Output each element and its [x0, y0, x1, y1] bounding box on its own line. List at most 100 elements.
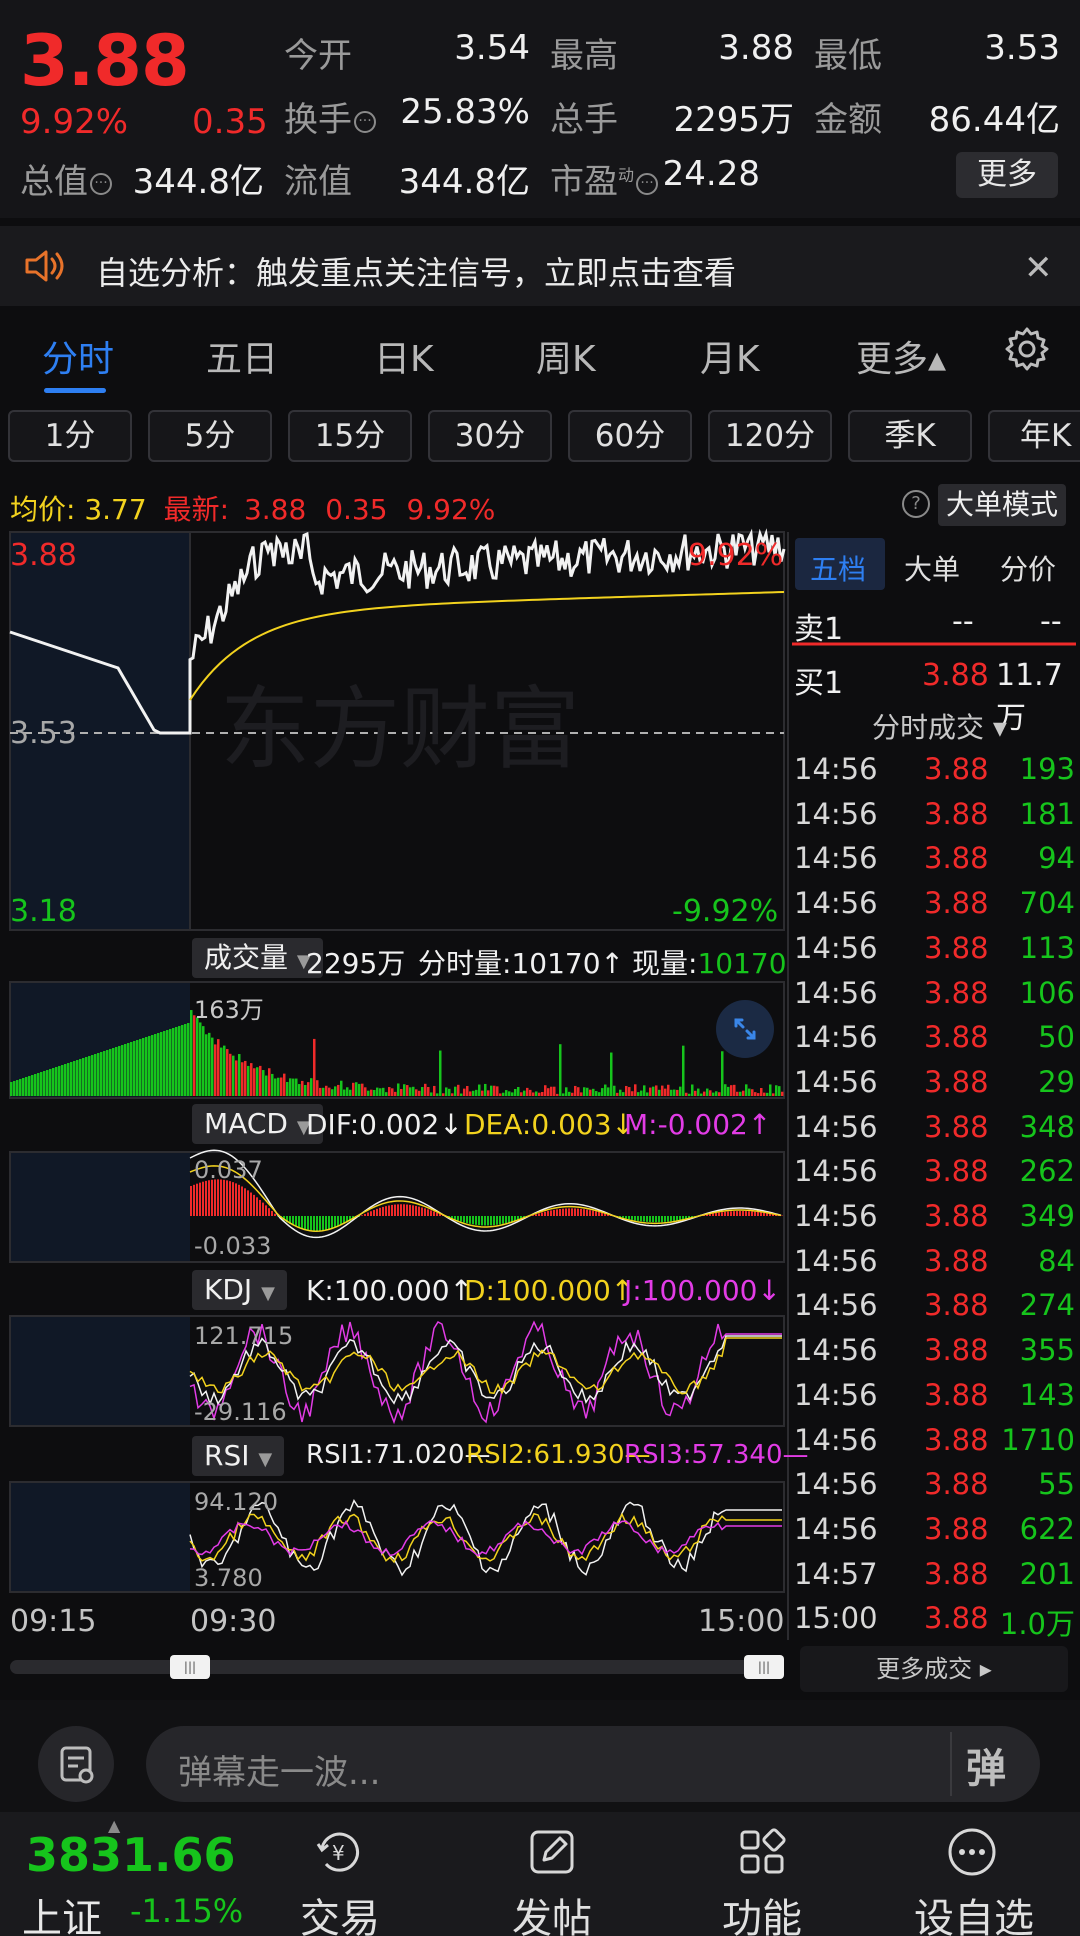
tab-more[interactable]: 更多▴ [856, 330, 946, 382]
volume-bar [121, 1045, 124, 1096]
tick-volume: 704 [1019, 886, 1075, 921]
volume-bar [391, 1088, 394, 1096]
expand-icon[interactable] [716, 1000, 774, 1058]
info-icon[interactable]: ··· [636, 172, 659, 195]
more-button[interactable]: 更多 [956, 152, 1058, 198]
info-icon[interactable]: ··· [90, 172, 112, 195]
tab-monthly-k[interactable]: 月K [700, 330, 760, 382]
danmu-toggle-icon[interactable]: 弹 [966, 1736, 1006, 1794]
macd-bar [235, 1183, 237, 1216]
mktcap-label-text: 总值 [20, 162, 88, 202]
macd-m: M:-0.002↑ [624, 1108, 772, 1141]
pe-label[interactable]: 市盈动 ··· [550, 154, 659, 203]
nav-function[interactable]: 功能 [692, 1886, 832, 1936]
macd-indicator-select[interactable]: MACD ▼ [192, 1104, 323, 1144]
volume-bar [127, 1043, 130, 1096]
volume-bar [607, 1087, 610, 1096]
interval-1min[interactable]: 1分 [8, 410, 132, 462]
notice-bar[interactable]: 自选分析：触发重点关注信号，立即点击查看 ✕ [0, 226, 1080, 306]
rsi-indicator-select[interactable]: RSI ▼ [192, 1436, 285, 1476]
tab-order-book[interactable]: 五档 [810, 548, 866, 588]
volume-bar [754, 1092, 757, 1096]
post-icon[interactable] [524, 1824, 580, 1880]
kdj-k: K:100.000↑ [306, 1274, 474, 1307]
more-dots-icon[interactable] [944, 1824, 1000, 1880]
nav-post[interactable]: 发帖 [482, 1886, 622, 1936]
comment-list-icon[interactable] [38, 1726, 114, 1802]
volume-bar [658, 1089, 661, 1096]
index-name[interactable]: 上证 [22, 1886, 102, 1936]
volume-bar [475, 1089, 478, 1096]
info-icon[interactable]: ··· [354, 110, 376, 133]
tab-daily-k[interactable]: 日K [374, 330, 434, 382]
tick-volume: 106 [1019, 975, 1075, 1010]
volume-bar [67, 1063, 70, 1096]
tick-time: 14:57 [794, 1556, 878, 1591]
macd-label: MACD [204, 1107, 288, 1140]
macd-bar [331, 1216, 333, 1229]
ticks-header[interactable]: 分时成交 ▾ [872, 706, 1007, 746]
kdj-j: J:100.000↓ [624, 1274, 781, 1307]
tick-time: 14:56 [794, 1288, 878, 1323]
macd-bar [373, 1210, 375, 1216]
interval-60min[interactable]: 60分 [568, 410, 692, 462]
notice-text[interactable]: 自选分析：触发重点关注信号，立即点击查看 [96, 248, 736, 294]
volume-bar [706, 1088, 709, 1096]
volume-bar [130, 1042, 133, 1096]
volume-bar [235, 1060, 238, 1096]
rsi1-value: RSI1:71.020— [306, 1440, 491, 1470]
volume-bar [781, 1091, 784, 1096]
volume-bar [472, 1090, 475, 1096]
volume-bar [91, 1055, 94, 1096]
macd-bar [547, 1211, 549, 1216]
index-value[interactable]: 3831.66 [26, 1828, 236, 1882]
interval-15min[interactable]: 15分 [288, 410, 412, 462]
macd-bar [505, 1216, 507, 1224]
interval-5min[interactable]: 5分 [148, 410, 272, 462]
nav-add-watchlist[interactable]: 设自选 [904, 1886, 1044, 1936]
tab-weekly-k[interactable]: 周K [536, 330, 596, 382]
gear-icon[interactable] [1004, 326, 1050, 372]
turnover-label[interactable]: 换手 ··· [284, 92, 376, 141]
macd-bar [382, 1206, 384, 1216]
big-order-mode-button[interactable]: 大单模式 [938, 484, 1066, 526]
tick-time: 14:56 [794, 886, 878, 921]
chart-high-pct: 9.92% [688, 538, 784, 573]
close-icon[interactable]: ✕ [1024, 248, 1053, 288]
change-amount: 0.35 [192, 102, 268, 142]
tab-big-orders[interactable]: 大单 [904, 548, 960, 588]
volume-bar [148, 1036, 151, 1096]
volume-bar [541, 1091, 544, 1096]
tab-intraday[interactable]: 分时 [42, 330, 114, 382]
volume-bar [457, 1084, 460, 1096]
scroll-handle-right[interactable]: ||| [744, 1655, 784, 1679]
scroll-handle-left[interactable]: ||| [170, 1655, 210, 1679]
volume-indicator-select[interactable]: 成交量 ▼ [192, 938, 323, 978]
volume-bar [31, 1075, 34, 1096]
interval-quarter-k[interactable]: 季K [848, 410, 972, 462]
chart-scrollbar[interactable] [10, 1660, 784, 1674]
volume-bar [109, 1049, 112, 1096]
nav-trade[interactable]: 交易 [270, 1886, 410, 1936]
interval-120min[interactable]: 120分 [708, 410, 832, 462]
kdj-indicator-select[interactable]: KDJ ▼ [192, 1270, 287, 1310]
volume-bar [298, 1084, 301, 1096]
macd-bar [598, 1211, 600, 1216]
function-grid-icon[interactable] [734, 1824, 790, 1880]
volume-bar [373, 1090, 376, 1096]
tick-time: 14:56 [794, 1199, 878, 1233]
more-ticks-button[interactable]: 更多成交 ▸ [800, 1646, 1068, 1692]
macd-bar [190, 1186, 192, 1216]
tab-five-day[interactable]: 五日 [206, 330, 278, 382]
macd-bar [427, 1209, 429, 1216]
tab-price-distribution[interactable]: 分价 [1000, 548, 1056, 588]
tick-volume: 94 [1038, 841, 1075, 876]
tick-volume: 349 [1019, 1199, 1075, 1233]
interval-year-k[interactable]: 年K [988, 410, 1080, 462]
macd-bar [349, 1216, 351, 1222]
macd-bar [394, 1204, 396, 1216]
interval-30min[interactable]: 30分 [428, 410, 552, 462]
trade-icon[interactable]: ¥ [312, 1824, 368, 1880]
mktcap-label[interactable]: 总值 ··· [20, 154, 112, 203]
help-icon[interactable]: ? [902, 490, 930, 518]
